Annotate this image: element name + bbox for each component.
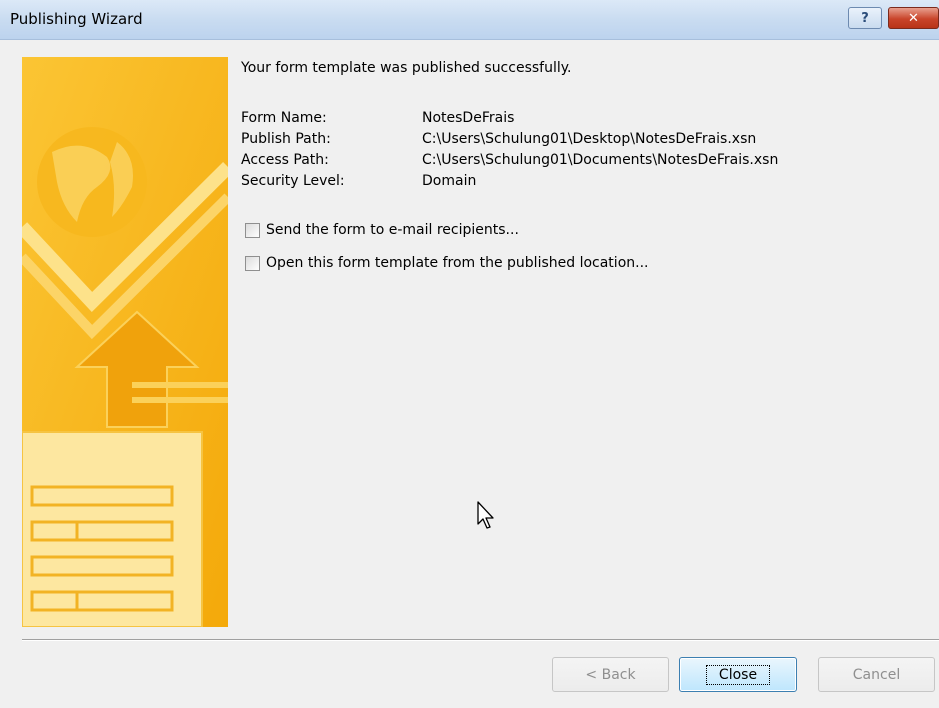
back-button[interactable]: < Back — [552, 657, 669, 692]
send-email-label[interactable]: Send the form to e-mail recipients... — [266, 222, 519, 238]
cancel-button-label: Cancel — [852, 666, 901, 683]
access-path-label: Access Path: — [241, 152, 329, 168]
open-template-checkbox-row[interactable]: Open this form template from the publish… — [245, 252, 648, 274]
publishing-wizard-dialog: Publishing Wizard ? ✕ Your form template… — [0, 0, 939, 708]
window-close-button[interactable]: ✕ — [888, 7, 939, 29]
send-email-checkbox[interactable] — [245, 222, 260, 238]
mouse-pointer-icon — [477, 501, 497, 535]
form-name-value: NotesDeFrais — [422, 110, 515, 126]
button-separator — [22, 639, 939, 641]
open-template-label[interactable]: Open this form template from the publish… — [266, 255, 648, 271]
send-email-checkbox-row[interactable]: Send the form to e-mail recipients... — [245, 219, 519, 241]
publish-path-label: Publish Path: — [241, 131, 331, 147]
publish-path-value: C:\Users\Schulung01\Desktop\NotesDeFrais… — [422, 131, 757, 147]
security-level-value: Domain — [422, 173, 477, 189]
success-message: Your form template was published success… — [241, 60, 572, 76]
close-icon: ✕ — [908, 10, 919, 26]
close-button[interactable]: Close — [679, 657, 797, 692]
form-name-label: Form Name: — [241, 110, 327, 126]
help-button[interactable]: ? — [848, 7, 882, 29]
window-title: Publishing Wizard — [10, 10, 143, 28]
access-path-value: C:\Users\Schulung01\Documents\NotesDeFra… — [422, 152, 779, 168]
close-button-label: Close — [705, 664, 771, 685]
title-bar[interactable]: Publishing Wizard ? ✕ — [0, 0, 939, 40]
banner-art — [22, 57, 228, 627]
globe-icon — [37, 127, 147, 237]
cancel-button[interactable]: Cancel — [818, 657, 935, 692]
wizard-banner-image — [22, 57, 228, 627]
open-template-checkbox[interactable] — [245, 255, 260, 271]
security-level-label: Security Level: — [241, 173, 345, 189]
back-button-label: < Back — [585, 666, 636, 683]
help-icon: ? — [861, 10, 869, 26]
